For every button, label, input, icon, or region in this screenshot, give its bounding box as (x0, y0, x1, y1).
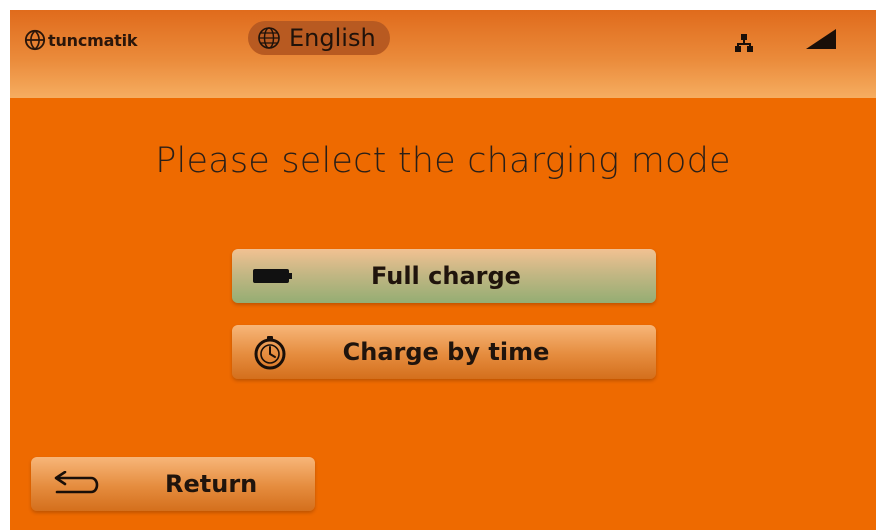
language-label: English (289, 24, 376, 52)
charging-mode-screen: tuncmatik English Please select the char… (10, 10, 876, 530)
brand-name: tuncmatik (48, 30, 138, 50)
signal-icon (806, 29, 836, 49)
full-charge-button[interactable]: Full charge (232, 249, 656, 303)
page-title: Please select the charging mode (155, 141, 731, 181)
charge-by-time-button[interactable]: Charge by time (232, 325, 656, 379)
return-label: Return (165, 470, 258, 498)
return-arrow-icon (54, 471, 99, 494)
full-charge-label: Full charge (371, 262, 521, 290)
globe-logo-icon (24, 29, 46, 51)
globe-icon (258, 27, 280, 49)
brand-logo: tuncmatik (24, 24, 138, 56)
header-bar: tuncmatik English (10, 10, 876, 98)
charge-by-time-label: Charge by time (342, 338, 550, 366)
return-button[interactable]: Return (31, 457, 315, 511)
network-icon (735, 34, 753, 52)
language-selector[interactable]: English (248, 21, 390, 55)
